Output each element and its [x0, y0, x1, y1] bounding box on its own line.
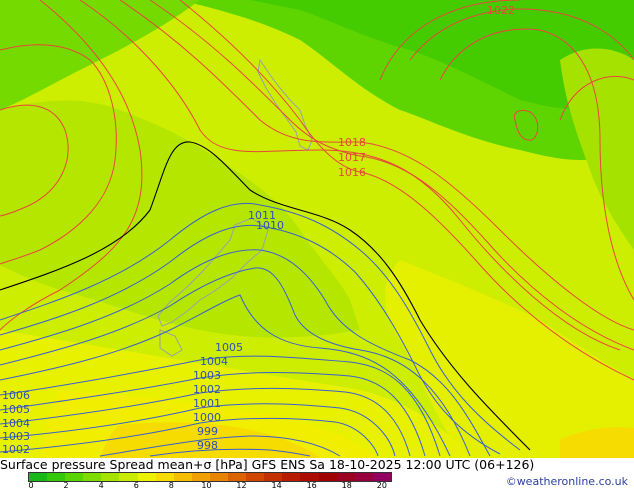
isobar-label-1006-left: 1006 [2, 389, 30, 402]
colorbar-segment [155, 473, 174, 481]
map-canvas: 1022 1018 1017 1016 1011 1010 1005 1004 … [0, 0, 634, 458]
isobar-label-1005: 1005 [215, 341, 243, 354]
colorbar-segment [65, 473, 84, 481]
colorbar-tick-label: 14 [271, 481, 282, 490]
isobar-label-1003: 1003 [193, 369, 221, 382]
colorbar-tick-label: 10 [201, 481, 212, 490]
isobar-label-1004-left: 1004 [2, 417, 30, 430]
isobar-label-1001: 1001 [193, 397, 221, 410]
isobar-label-1022: 1022 [487, 4, 515, 17]
colorbar-tick-label: 6 [133, 481, 139, 490]
colorbar-tick-label: 18 [341, 481, 352, 490]
isobar-label-998: 998 [197, 439, 218, 452]
isobar-label-1005-left: 1005 [2, 403, 30, 416]
colorbar-segment [282, 473, 301, 481]
isobar-label-1002-left: 1002 [2, 443, 30, 456]
colorbar-segment [372, 473, 391, 481]
colorbar-segment [264, 473, 283, 481]
isobar-label-1002: 1002 [193, 383, 221, 396]
colorbar-segment [209, 473, 229, 481]
colorbar-segment [318, 473, 337, 481]
colorbar-segment [300, 473, 319, 481]
colorbar-tick-label: 8 [168, 481, 174, 490]
colorbar-tick-label: 0 [28, 481, 34, 490]
isobar-label-1017: 1017 [338, 151, 366, 164]
weather-map: 1022 1018 1017 1016 1011 1010 1005 1004 … [0, 0, 634, 490]
colorbar-segment [191, 473, 210, 481]
colorbar-segment [101, 473, 120, 481]
credit-link[interactable]: ©weatheronline.co.uk [506, 475, 628, 488]
colorbar-tick-label: 4 [98, 481, 104, 490]
colorbar-segment [336, 473, 355, 481]
isobar-label-1004: 1004 [200, 355, 228, 368]
colorbar-tick-label: 2 [63, 481, 69, 490]
colorbar-tick-label: 12 [236, 481, 247, 490]
isobar-label-1000: 1000 [193, 411, 221, 424]
colorbar-segment [173, 473, 192, 481]
colorbar-tick-label: 20 [376, 481, 387, 490]
colorbar-segment [83, 473, 102, 481]
isobar-label-1010: 1010 [256, 219, 284, 232]
isobar-label-1003-left: 1003 [2, 430, 30, 443]
colorbar-segment [47, 473, 66, 481]
colorbar-segment [228, 473, 247, 481]
map-title: Surface pressure Spread mean+σ [hPa] GFS… [0, 457, 535, 472]
isobar-label-999: 999 [197, 425, 218, 438]
colorbar-tick-label: 16 [306, 481, 317, 490]
spread-fill-field [0, 0, 634, 458]
colorbar-segment [354, 473, 373, 481]
colorbar-segment [246, 473, 265, 481]
colorbar-segment [119, 473, 138, 481]
colorbar-segment [29, 473, 48, 481]
colorbar-segment [137, 473, 156, 481]
isobar-label-1016: 1016 [338, 166, 366, 179]
isobar-label-1018: 1018 [338, 136, 366, 149]
